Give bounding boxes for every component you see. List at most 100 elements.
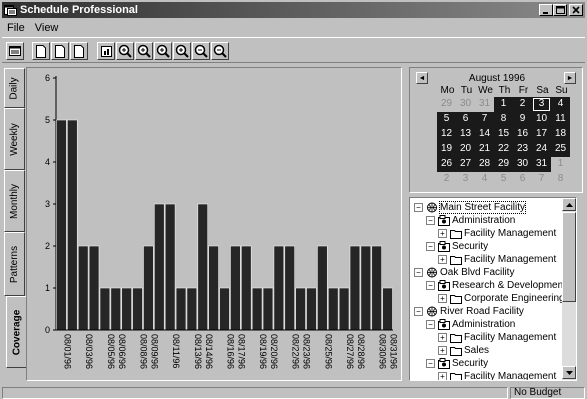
bar-08-13-96 — [186, 287, 198, 331]
calendar-day[interactable]: 12 — [437, 127, 456, 142]
tree-item[interactable]: − Research & Development — [426, 279, 566, 292]
tree-item[interactable]: + Facility Management — [438, 370, 556, 380]
tree-item[interactable]: − Oak Blvd Facility — [414, 266, 514, 279]
calendar-day[interactable]: 28 — [475, 157, 494, 172]
maximize-button[interactable] — [553, 4, 567, 16]
tab-monthly[interactable]: Monthly — [4, 170, 25, 232]
minimize-button[interactable] — [539, 4, 553, 16]
tab-daily[interactable]: Daily — [4, 68, 25, 108]
calendar-day[interactable]: 9 — [513, 112, 532, 127]
calendar-day[interactable]: 29 — [494, 157, 513, 172]
zoom-in-3-button[interactable] — [154, 42, 172, 60]
expand-icon[interactable]: + — [438, 333, 447, 342]
calendar-day[interactable]: 31 — [475, 97, 494, 112]
tab-patterns[interactable]: Patterns — [4, 232, 25, 296]
tree-item[interactable]: − Main Street Facility — [414, 201, 527, 214]
calendar-day[interactable]: 24 — [532, 142, 551, 157]
calendar-day[interactable]: 11 — [551, 112, 570, 127]
calendar-day[interactable]: 18 — [551, 127, 570, 142]
collapse-icon[interactable]: − — [426, 320, 435, 329]
tree-item[interactable]: + Facility Management — [438, 253, 556, 266]
title-bar[interactable]: Schedule Professional — [2, 2, 585, 18]
calendar-day[interactable]: 21 — [475, 142, 494, 157]
calendar-day[interactable]: 8 — [551, 172, 570, 187]
bar-08-01-96 — [56, 119, 67, 331]
calendar-day[interactable]: 1 — [494, 97, 513, 112]
calendar-day[interactable]: 23 — [513, 142, 532, 157]
calendar-day[interactable]: 29 — [437, 97, 456, 112]
calendar-day[interactable]: 17 — [532, 127, 551, 142]
calendar-toolbar-button[interactable] — [6, 42, 24, 60]
tree-item[interactable]: + Sales — [438, 344, 489, 357]
calendar-day[interactable]: 10 — [532, 112, 551, 127]
calendar-day[interactable]: 6 — [456, 112, 475, 127]
calendar-day[interactable]: 4 — [551, 97, 570, 112]
calendar-day[interactable]: 8 — [494, 112, 513, 127]
calendar-day[interactable]: 20 — [456, 142, 475, 157]
calendar-day[interactable]: 14 — [475, 127, 494, 142]
calendar-day[interactable]: 19 — [437, 142, 456, 157]
calendar-day-selected[interactable]: 3 — [532, 97, 551, 112]
tree-item[interactable]: + Facility Management — [438, 331, 556, 344]
calendar-day[interactable]: 2 — [513, 97, 532, 112]
collapse-icon[interactable]: − — [414, 203, 423, 212]
page-view-2-button[interactable] — [51, 42, 69, 60]
zoom-in-2-button[interactable] — [135, 42, 153, 60]
expand-icon[interactable]: + — [438, 255, 447, 264]
tab-weekly[interactable]: Weekly — [4, 108, 25, 170]
zoom-out-1-button[interactable] — [192, 42, 210, 60]
calendar-day[interactable]: 22 — [494, 142, 513, 157]
calendar-day[interactable]: 6 — [513, 172, 532, 187]
zoom-in-4-button[interactable] — [173, 42, 191, 60]
collapse-icon[interactable]: − — [426, 216, 435, 225]
calendar-day[interactable]: 3 — [456, 172, 475, 187]
calendar-day[interactable]: 4 — [475, 172, 494, 187]
page-view-1-button[interactable] — [32, 42, 50, 60]
calendar-day[interactable]: 5 — [437, 112, 456, 127]
tree-item[interactable]: − Security — [426, 357, 488, 370]
collapse-icon[interactable]: − — [426, 281, 435, 290]
calendar-day[interactable]: 7 — [532, 172, 551, 187]
tree-item[interactable]: − Administration — [426, 214, 515, 227]
collapse-icon[interactable]: − — [414, 268, 423, 277]
next-month-button[interactable]: ► — [564, 72, 576, 84]
tab-coverage[interactable]: Coverage — [6, 296, 26, 368]
collapse-icon[interactable]: − — [414, 307, 423, 316]
chart-view-button[interactable] — [97, 42, 115, 60]
scroll-up-button[interactable] — [562, 198, 576, 211]
expand-icon[interactable]: + — [438, 294, 447, 303]
calendar-day[interactable]: 16 — [513, 127, 532, 142]
tree-item[interactable]: − River Road Facility — [414, 305, 524, 318]
bar-08-04-96 — [88, 245, 100, 331]
calendar-day[interactable]: 30 — [513, 157, 532, 172]
calendar-day[interactable]: 25 — [551, 142, 570, 157]
scroll-down-button[interactable] — [562, 366, 576, 379]
calendar-day[interactable]: 30 — [456, 97, 475, 112]
tree-item[interactable]: + Corporate Engineering — [438, 292, 565, 305]
calendar-day[interactable]: 5 — [494, 172, 513, 187]
expand-icon[interactable]: + — [438, 229, 447, 238]
calendar-day[interactable]: 1 — [551, 157, 570, 172]
zoom-in-1-button[interactable] — [116, 42, 134, 60]
tree-scrollbar[interactable] — [562, 198, 576, 380]
zoom-out-2-button[interactable] — [211, 42, 229, 60]
calendar-day[interactable]: 31 — [532, 157, 551, 172]
collapse-icon[interactable]: − — [426, 242, 435, 251]
calendar-day[interactable]: 27 — [456, 157, 475, 172]
calendar-day[interactable]: 26 — [437, 157, 456, 172]
calendar-day[interactable]: 2 — [437, 172, 456, 187]
close-button[interactable] — [569, 4, 583, 16]
calendar-day[interactable]: 7 — [475, 112, 494, 127]
calendar-day[interactable]: 13 — [456, 127, 475, 142]
menu-file[interactable]: File — [2, 22, 30, 34]
expand-icon[interactable]: + — [438, 372, 447, 380]
tree-item[interactable]: + Facility Management — [438, 227, 556, 240]
scroll-thumb[interactable] — [562, 212, 576, 302]
tree-item[interactable]: − Security — [426, 240, 488, 253]
page-view-3-button[interactable] — [70, 42, 88, 60]
expand-icon[interactable]: + — [438, 346, 447, 355]
calendar-day[interactable]: 15 — [494, 127, 513, 142]
menu-view[interactable]: View — [30, 22, 64, 34]
tree-item[interactable]: − Administration — [426, 318, 515, 331]
collapse-icon[interactable]: − — [426, 359, 435, 368]
